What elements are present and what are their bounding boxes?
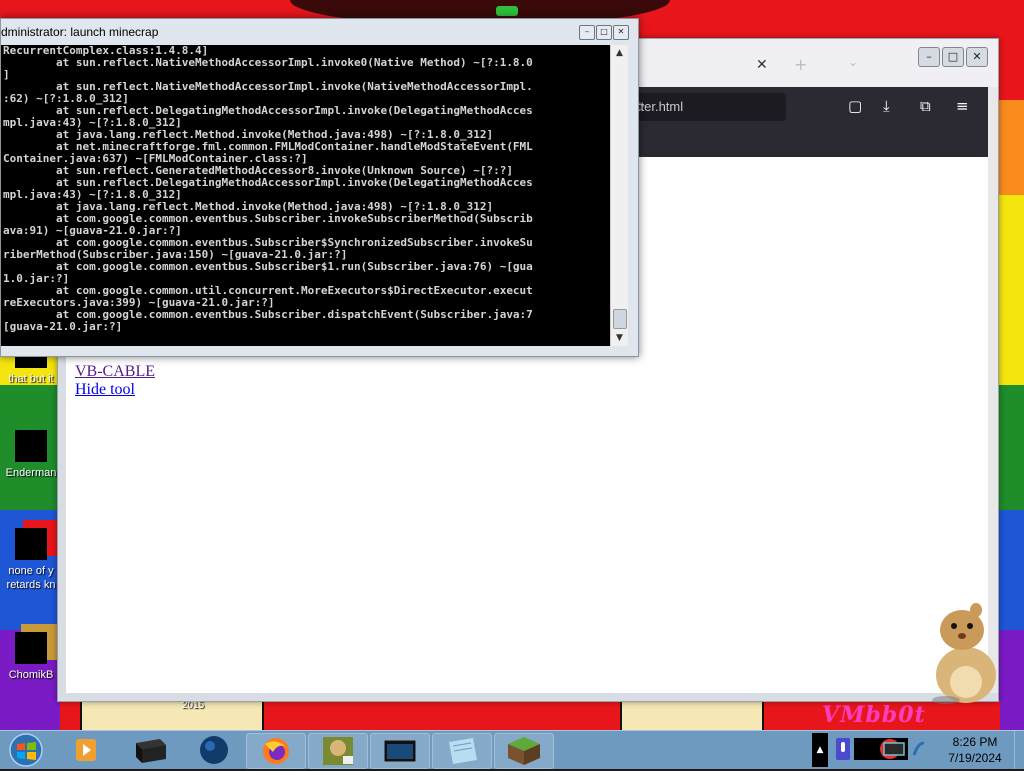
scroll-down-icon[interactable]: ▼ bbox=[611, 330, 628, 346]
notepad-icon bbox=[449, 738, 477, 764]
console-window[interactable]: dministrator: launch minecrap – □ ✕ Recu… bbox=[0, 18, 639, 357]
minimize-button[interactable]: – bbox=[579, 25, 595, 40]
desktop-icon-label: that but it bbox=[8, 373, 54, 385]
taskbar-console[interactable] bbox=[370, 733, 430, 769]
scroll-thumb[interactable] bbox=[613, 309, 627, 329]
wallpaper-vmbot-text: VMbb0t bbox=[822, 702, 926, 728]
globe-icon bbox=[200, 736, 228, 764]
wallpaper-green-shape bbox=[496, 6, 518, 16]
taskbar: ▲ 8:26 PM 7/19/2024 bbox=[0, 730, 1024, 769]
desktop-icon-enderman[interactable]: Enderman bbox=[0, 430, 62, 480]
media-player-icon bbox=[76, 739, 96, 761]
close-button[interactable]: ✕ bbox=[966, 47, 988, 67]
show-desktop-button[interactable] bbox=[1014, 731, 1024, 769]
close-button[interactable]: ✕ bbox=[613, 25, 629, 40]
desktop-icon-chomikb[interactable]: ChomikB bbox=[0, 632, 62, 682]
minecraft-grass-block-icon bbox=[508, 737, 540, 765]
pocket-icon[interactable]: ▢ bbox=[848, 97, 862, 115]
network-icon bbox=[912, 741, 925, 756]
console-icon bbox=[383, 739, 417, 763]
taskbar-minecraft[interactable] bbox=[494, 733, 554, 769]
menu-icon[interactable]: ≡ bbox=[956, 97, 969, 115]
console-window-controls: – □ ✕ bbox=[579, 25, 629, 40]
system-clock[interactable]: 8:26 PM 7/19/2024 bbox=[940, 734, 1010, 766]
new-tab-icon[interactable]: + bbox=[794, 55, 807, 74]
taskbar-notepad[interactable] bbox=[432, 733, 492, 769]
downloads-icon[interactable]: ⤓ bbox=[883, 97, 890, 115]
hide-tool-link[interactable]: Hide tool bbox=[75, 381, 135, 399]
minimize-button[interactable]: – bbox=[918, 47, 940, 67]
taskbar-globe[interactable] bbox=[186, 733, 244, 767]
desktop-icon-that-but-it[interactable]: that but it bbox=[0, 352, 62, 386]
taskbar-firefox[interactable] bbox=[246, 733, 306, 769]
system-tray bbox=[836, 738, 925, 760]
hamster-icon bbox=[15, 632, 47, 664]
vb-cable-link[interactable]: VB-CABLE bbox=[75, 363, 155, 381]
console-title: dministrator: launch minecrap bbox=[1, 25, 159, 39]
box-game-icon bbox=[323, 737, 353, 765]
tab-list-icon[interactable]: ⌄ bbox=[848, 55, 858, 69]
desktop-icon-label: none of y retards kn bbox=[6, 565, 56, 591]
taskbar-box-game[interactable] bbox=[308, 733, 368, 769]
clock-time: 8:26 PM bbox=[952, 735, 998, 749]
firefox-icon bbox=[263, 738, 289, 764]
taskbar-media-player[interactable] bbox=[64, 733, 122, 767]
box-icon bbox=[136, 739, 166, 763]
maximize-button[interactable]: □ bbox=[942, 47, 964, 67]
tab-close-icon[interactable]: ✕ bbox=[756, 57, 768, 73]
tray-expand-icon[interactable]: ▲ bbox=[812, 733, 828, 767]
wallpaper-face-right bbox=[620, 700, 764, 730]
enderman-icon bbox=[15, 430, 47, 462]
desktop-icon-label: ChomikB bbox=[8, 669, 54, 681]
console-output[interactable]: RecurrentComplex.class:1.4.8.4] at sun.r… bbox=[1, 45, 610, 346]
clock-date: 7/19/2024 bbox=[948, 751, 1002, 765]
wallpaper-bottom-scene: 2015 VMbb0t bbox=[60, 700, 1000, 730]
browser-window-controls: – □ ✕ bbox=[918, 47, 988, 67]
maximize-button[interactable]: □ bbox=[596, 25, 612, 40]
desktop-icon-label: Enderman bbox=[5, 467, 57, 479]
desktop-icon-none-of-you[interactable]: none of y retards kn bbox=[0, 528, 62, 592]
start-button-icon[interactable] bbox=[6, 732, 46, 768]
taskbar-terminal-box[interactable] bbox=[122, 733, 180, 767]
console-log-text: RecurrentComplex.class:1.4.8.4] at sun.r… bbox=[3, 45, 533, 333]
extensions-icon[interactable]: ⧉ bbox=[920, 97, 931, 115]
hamster-sticker-icon bbox=[932, 603, 996, 704]
console-scrollbar[interactable]: ▲ ▼ bbox=[610, 45, 628, 346]
wallpaper-face-left bbox=[80, 700, 264, 730]
scroll-up-icon[interactable]: ▲ bbox=[611, 45, 628, 61]
app-icon bbox=[15, 528, 47, 560]
